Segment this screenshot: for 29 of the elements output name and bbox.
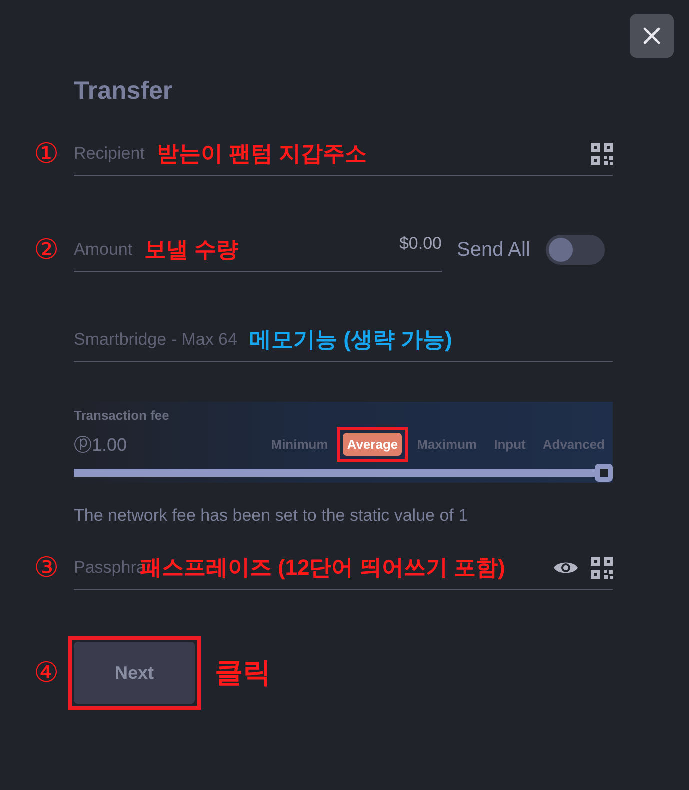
fee-option[interactable]: Maximum — [415, 433, 480, 456]
send-all-toggle[interactable] — [546, 235, 606, 265]
dialog-title: Transfer — [74, 76, 173, 106]
fiat-value: $0.00 — [399, 233, 442, 254]
qr-code-icon[interactable] — [591, 556, 613, 578]
fee-option[interactable]: Minimum — [269, 433, 330, 456]
send-all-label: Send All — [457, 238, 530, 262]
fee-notice: The network fee has been set to the static value of 1 — [74, 506, 468, 526]
recipient-field[interactable]: Recipient 받는이 팬텀 지갑주소 — [74, 132, 613, 176]
annotation-text: 보낼 수량 — [144, 236, 239, 264]
fee-option[interactable]: Input — [492, 433, 528, 456]
annotation-text: 받는이 팬텀 지갑주소 — [156, 140, 368, 168]
annotation-text: 클릭 — [215, 656, 271, 690]
fee-label: Transaction fee — [74, 408, 170, 423]
close-button[interactable] — [630, 14, 674, 58]
next-button[interactable]: Next — [74, 642, 195, 704]
step-number: ④ — [34, 658, 60, 688]
fee-value: ⓟ1.00 — [74, 434, 128, 456]
fee-slider[interactable] — [74, 464, 613, 482]
step-number: ① — [34, 139, 60, 169]
step-number: ② — [34, 235, 60, 265]
smartbridge-field[interactable]: Smartbridge - Max 64 메모기능 (생략 가능) — [74, 318, 613, 362]
annotation-text: 메모기능 (생략 가능) — [249, 326, 452, 354]
fee-option[interactable]: Average — [343, 433, 402, 456]
step-number: ③ — [34, 553, 60, 583]
qr-code-icon[interactable] — [591, 142, 613, 164]
fee-option[interactable]: Advanced — [540, 433, 607, 456]
close-icon — [643, 27, 661, 45]
amount-field[interactable]: Amount 보낼 수량 $0.00 — [74, 228, 442, 272]
